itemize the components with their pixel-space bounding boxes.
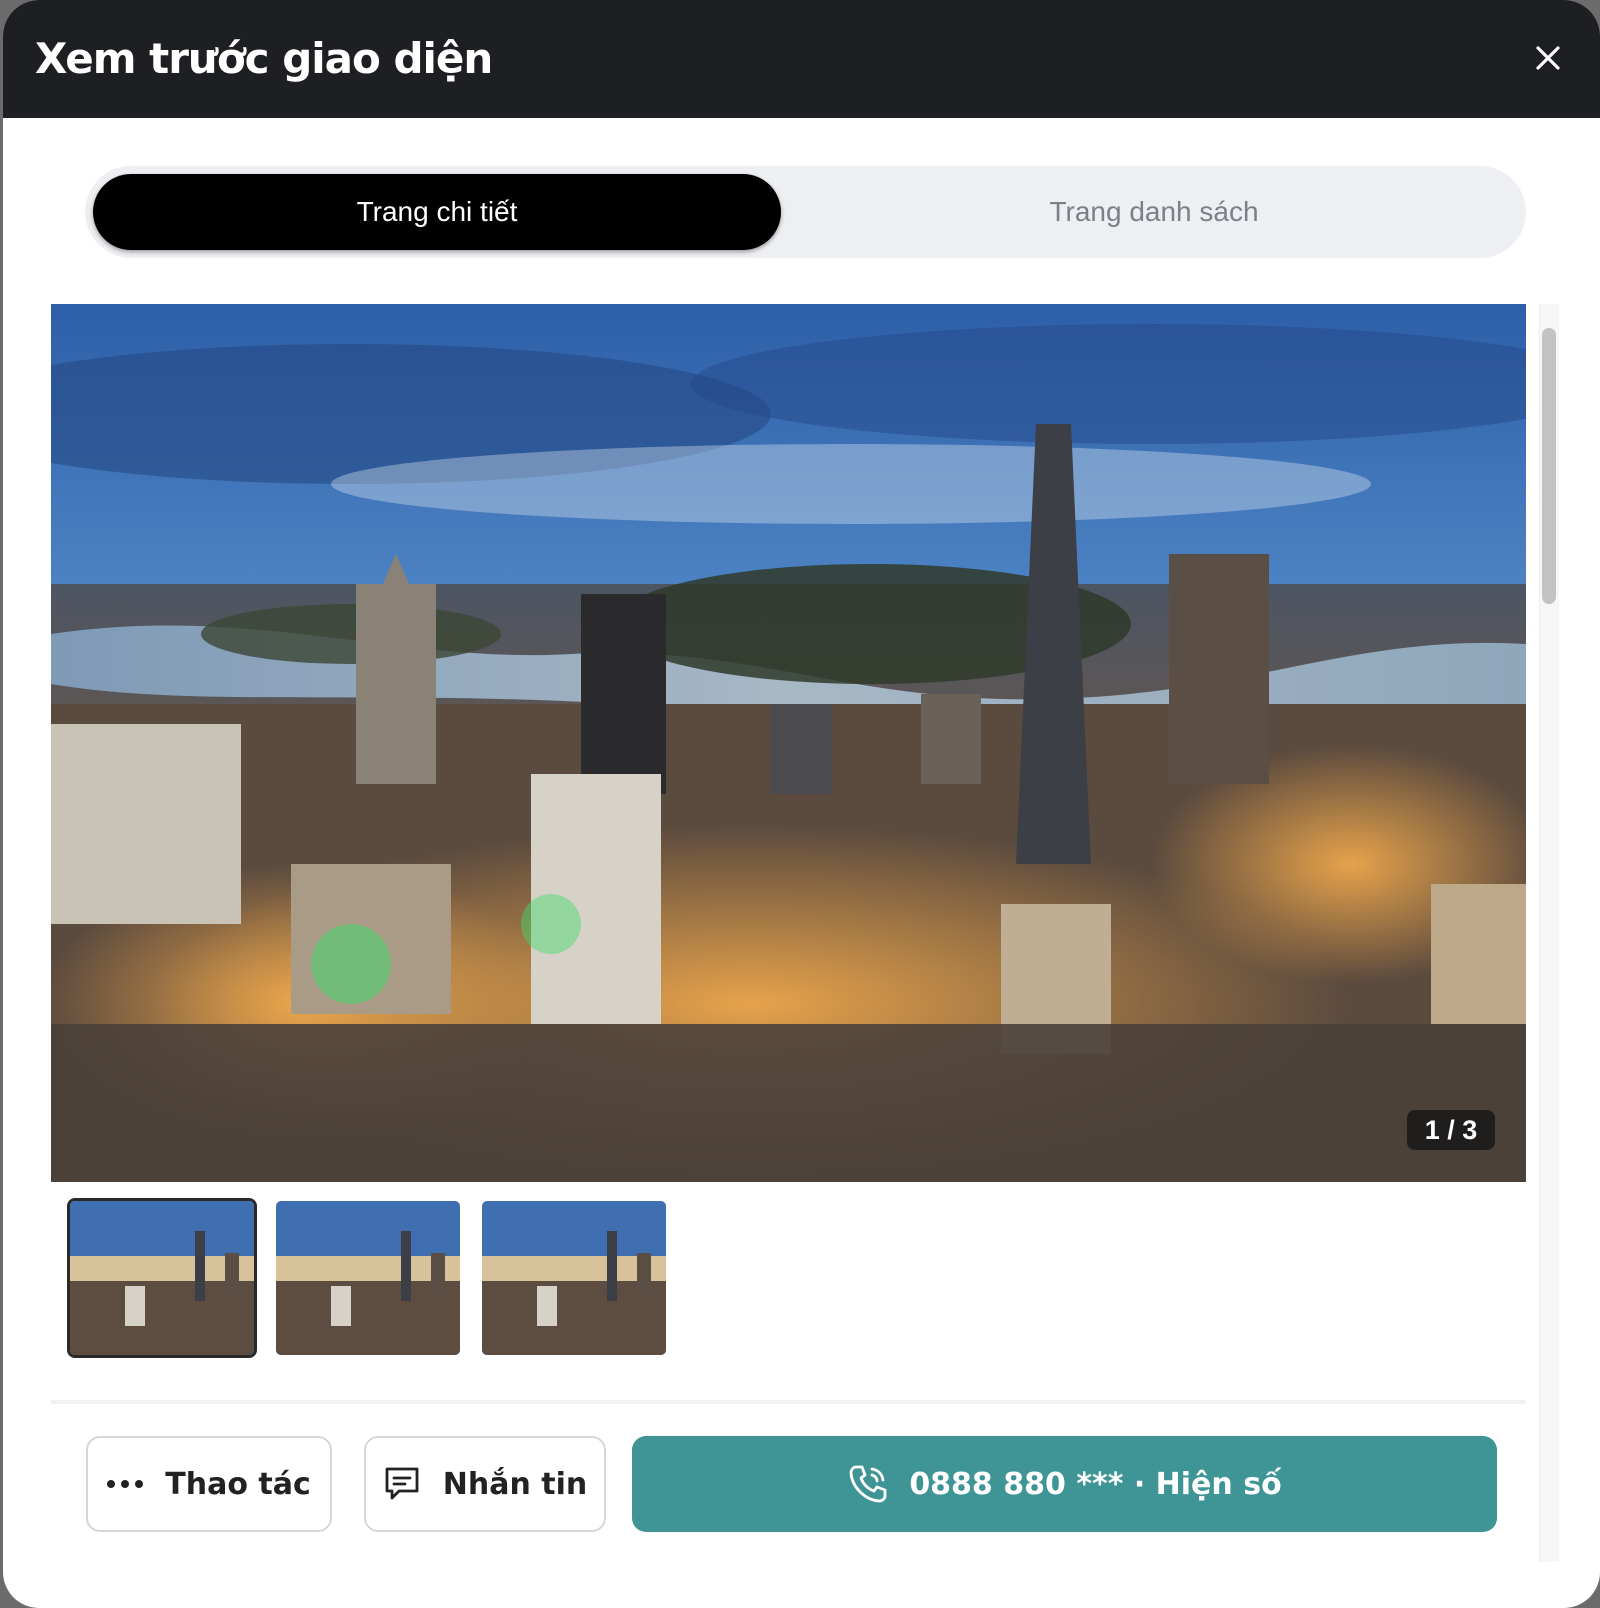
main-photo[interactable]: 1 / 3: [51, 304, 1526, 1182]
chat-label: Nhắn tin: [442, 1466, 588, 1502]
more-actions-label: Thao tác: [165, 1466, 311, 1502]
close-button[interactable]: [1526, 36, 1570, 80]
preview-modal: Xem trước giao diện Trang chi tiết Trang…: [3, 0, 1600, 1608]
thumbnail-image: [276, 1201, 460, 1355]
show-phone-button[interactable]: 0888 880 *** · Hiện số: [632, 1436, 1497, 1532]
thumbnail-3[interactable]: [479, 1198, 669, 1358]
thumbnail-image: [482, 1201, 666, 1355]
thumbnail-2[interactable]: [273, 1198, 463, 1358]
action-bar: Thao tác Nhắn tin 0888 880 *** · Hiện số: [51, 1434, 1526, 1534]
city-skyline-photo: [51, 304, 1526, 1182]
thumbnail-strip: [67, 1198, 669, 1360]
modal-header: Xem trước giao diện: [3, 0, 1600, 118]
thumbnail-1[interactable]: [67, 1198, 257, 1358]
close-icon: [1536, 46, 1560, 70]
thumbnail-image: [70, 1201, 254, 1355]
chat-icon: [385, 1467, 419, 1500]
view-tabs: Trang chi tiết Trang danh sách: [85, 166, 1526, 258]
divider: [51, 1400, 1526, 1404]
more-dots-icon: [107, 1480, 144, 1488]
modal-title: Xem trước giao diện: [35, 34, 493, 83]
phone-icon: [849, 1465, 887, 1503]
more-actions-button[interactable]: Thao tác: [86, 1436, 332, 1532]
chat-button[interactable]: Nhắn tin: [364, 1436, 606, 1532]
tab-detail-page[interactable]: Trang chi tiết: [93, 174, 781, 250]
tab-list-page[interactable]: Trang danh sách: [810, 174, 1498, 250]
show-phone-label: 0888 880 *** · Hiện số: [909, 1466, 1282, 1502]
image-counter: 1 / 3: [1407, 1110, 1495, 1150]
preview-content: 1 / 3 Thao tác Nhắn tin 0888 880 *** · H…: [51, 304, 1559, 1562]
